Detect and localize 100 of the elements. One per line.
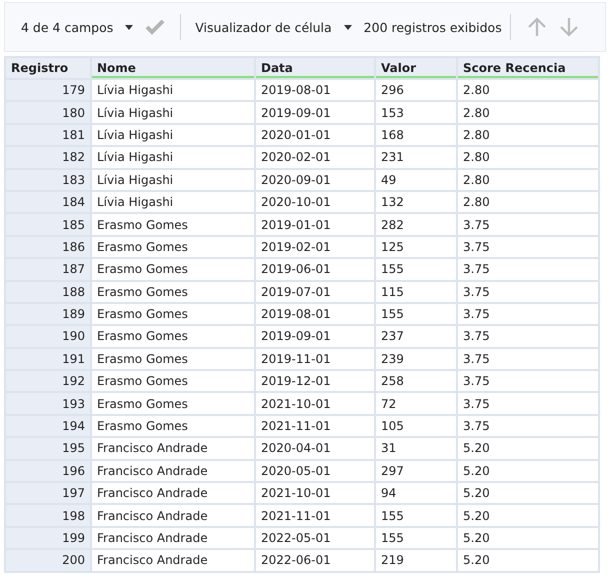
column-header[interactable]: Valor [375, 57, 457, 79]
table-cell: 231 [375, 146, 457, 169]
table-cell: 3.75 [457, 280, 599, 303]
table-cell: Erasmo Gomes [91, 236, 255, 258]
table-cell: 258 [375, 370, 457, 392]
table-cell: 2020-10-01 [255, 190, 375, 214]
table-cell: 94 [375, 482, 457, 504]
caret-icon [344, 24, 352, 30]
row-number: 195 [5, 437, 91, 460]
table-cell: 219 [375, 549, 457, 572]
row-number: 182 [5, 146, 91, 169]
table-cell: 2.80 [457, 101, 599, 124]
row-number: 190 [5, 325, 91, 348]
table-cell: 237 [375, 325, 457, 348]
table-cell: 3.75 [457, 213, 599, 236]
table-cell: 168 [375, 124, 457, 146]
viewer-dropdown[interactable]: Visualizador de célula [191, 16, 356, 38]
row-number: 192 [5, 370, 91, 392]
table-cell: 282 [375, 213, 457, 236]
table-cell: Francisco Andrade [91, 437, 255, 460]
table-cell: 3.75 [457, 370, 599, 392]
table-cell: 2020-09-01 [255, 168, 375, 191]
row-number: 186 [5, 236, 91, 258]
table-cell: 2021-10-01 [255, 392, 375, 415]
table-cell: Erasmo Gomes [91, 258, 255, 281]
table-cell: Erasmo Gomes [91, 392, 255, 415]
column-header[interactable]: Registro [5, 57, 91, 79]
table-cell: 2021-10-01 [255, 482, 375, 504]
column-header[interactable]: Nome [91, 57, 255, 79]
table-cell: Lívia Higashi [91, 168, 255, 191]
row-number: 181 [5, 124, 91, 146]
row-number: 191 [5, 348, 91, 370]
table-cell: 2021-11-01 [255, 414, 375, 438]
row-number: 179 [5, 79, 91, 102]
table-cell: Erasmo Gomes [91, 302, 255, 326]
table-cell: Francisco Andrade [91, 526, 255, 550]
row-number: 197 [5, 482, 91, 504]
table-cell: 2019-07-01 [255, 280, 375, 303]
table-cell: 2019-06-01 [255, 258, 375, 281]
row-number: 189 [5, 302, 91, 326]
table-cell: Francisco Andrade [91, 504, 255, 527]
column-header[interactable]: Data [255, 57, 375, 79]
table-cell: 297 [375, 460, 457, 482]
table-cell: Lívia Higashi [91, 101, 255, 124]
table-cell: 155 [375, 258, 457, 281]
record-count: 200 registros exibidos [364, 20, 502, 34]
table-cell: 132 [375, 190, 457, 214]
table-cell: 2.80 [457, 190, 599, 214]
table-cell: 2.80 [457, 124, 599, 146]
table-cell: Francisco Andrade [91, 460, 255, 482]
table-cell: 115 [375, 280, 457, 303]
table-cell: Erasmo Gomes [91, 414, 255, 438]
table-cell: Francisco Andrade [91, 482, 255, 504]
up-arrow-icon[interactable] [528, 17, 546, 37]
table-cell: 3.75 [457, 236, 599, 258]
caret-icon [125, 24, 134, 30]
table-cell: Lívia Higashi [91, 79, 255, 102]
table-cell: 72 [375, 392, 457, 415]
row-number: 194 [5, 414, 91, 438]
table-cell: 2022-06-01 [255, 549, 375, 572]
table-cell: 155 [375, 504, 457, 527]
table-cell: Francisco Andrade [91, 549, 255, 572]
table-cell: Erasmo Gomes [91, 348, 255, 370]
table-cell: 2021-11-01 [255, 504, 375, 527]
row-number: 183 [5, 168, 91, 191]
fields-dropdown[interactable]: 4 de 4 campos [17, 16, 138, 38]
row-number: 187 [5, 258, 91, 281]
table-cell: 2019-01-01 [255, 213, 375, 236]
row-number: 180 [5, 101, 91, 124]
table-cell: 3.75 [457, 302, 599, 326]
table-cell: 5.20 [457, 549, 599, 572]
table-cell: 5.20 [457, 482, 599, 504]
table-cell: Lívia Higashi [91, 124, 255, 146]
table-cell: 3.75 [457, 414, 599, 438]
table-cell: Erasmo Gomes [91, 325, 255, 348]
table-cell: 2022-05-01 [255, 526, 375, 550]
table-cell: 2019-09-01 [255, 325, 375, 348]
table-cell: 5.20 [457, 504, 599, 527]
table-cell: 2020-01-01 [255, 124, 375, 146]
table-cell: Erasmo Gomes [91, 280, 255, 303]
table-cell: 2019-08-01 [255, 79, 375, 102]
table-cell: 3.75 [457, 392, 599, 415]
table-cell: 155 [375, 526, 457, 550]
checkmark-icon[interactable] [145, 19, 166, 35]
table-cell: 2019-11-01 [255, 348, 375, 370]
row-number: 199 [5, 526, 91, 550]
table-cell: 5.20 [457, 526, 599, 550]
table-cell: 155 [375, 302, 457, 326]
down-arrow-icon[interactable] [560, 17, 578, 37]
table-cell: 2020-05-01 [255, 460, 375, 482]
table-cell: 296 [375, 79, 457, 102]
table-cell: 239 [375, 348, 457, 370]
row-number: 193 [5, 392, 91, 415]
table-cell: 2020-04-01 [255, 437, 375, 460]
row-number: 198 [5, 504, 91, 527]
table-cell: 5.20 [457, 460, 599, 482]
column-header[interactable]: Score Recencia [457, 57, 599, 79]
table-cell: 31 [375, 437, 457, 460]
table-cell: 3.75 [457, 348, 599, 370]
table-cell: 2019-09-01 [255, 101, 375, 124]
